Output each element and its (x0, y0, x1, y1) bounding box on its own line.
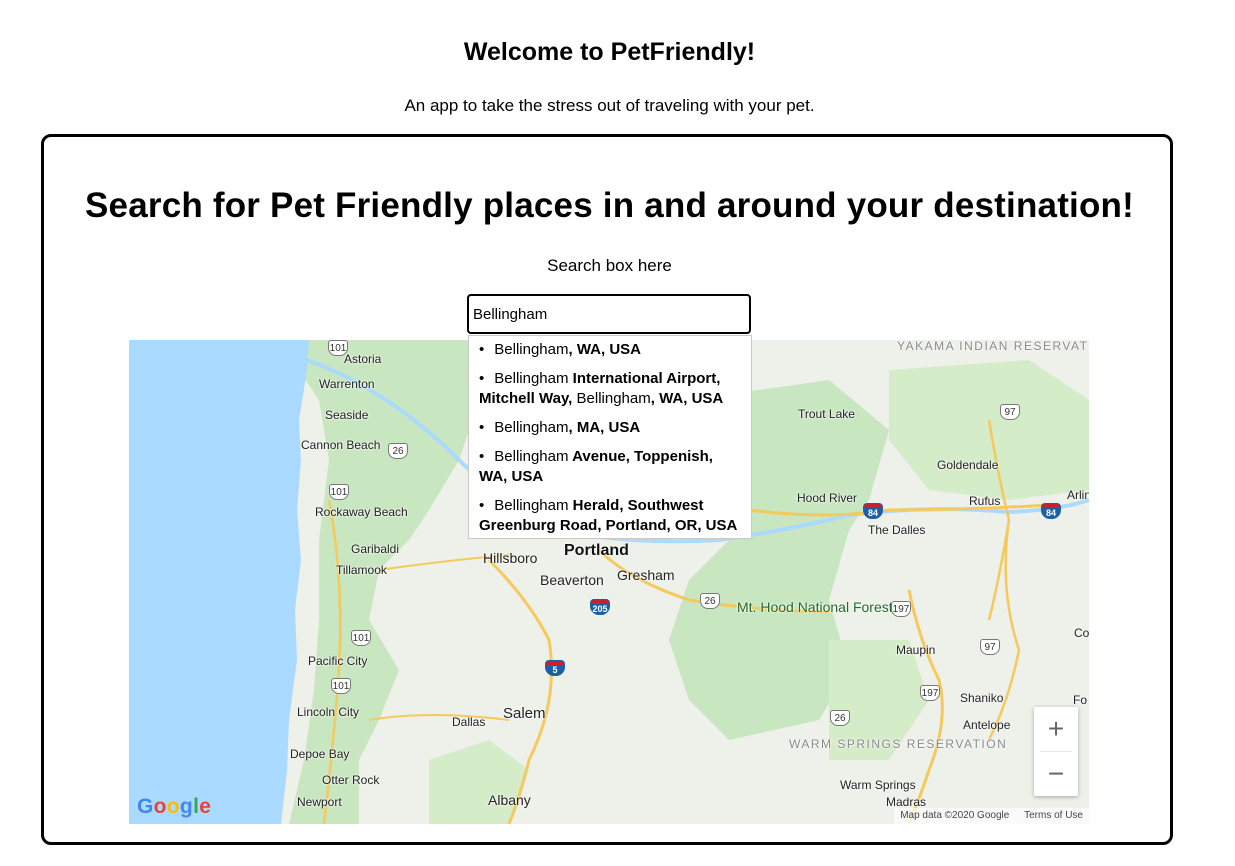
map-label-warrenton: Warrenton (319, 377, 375, 391)
map-label-gresham: Gresham (617, 567, 675, 583)
map-label-madras: Madras (886, 795, 927, 809)
bullet-icon: • (479, 370, 485, 387)
interstate-shield: 205 (590, 599, 610, 615)
bullet-icon: • (479, 448, 485, 465)
map-label-newport: Newport (297, 795, 342, 809)
search-caption: Search box here (547, 256, 672, 275)
bullet-icon: • (479, 341, 485, 358)
zoom-in-button[interactable]: + (1034, 707, 1078, 751)
map-label-seaside: Seaside (325, 408, 369, 422)
map-label-salem: Salem (503, 705, 546, 722)
suggestion-item[interactable]: • Bellingham, MA, USA (469, 414, 751, 443)
route-shield: 101 (331, 678, 351, 694)
google-logo[interactable]: Google (137, 795, 211, 819)
bullet-icon: • (479, 419, 485, 436)
interstate-shield: 84 (863, 503, 883, 519)
route-shield: 26 (388, 443, 408, 459)
map-label-garibaldi: Garibaldi (351, 542, 400, 556)
map-label-co: Co (1074, 626, 1089, 640)
suggestion-item[interactable]: • Bellingham Herald, Southwest Greenburg … (469, 492, 751, 541)
map-label-rufus: Rufus (969, 494, 1001, 508)
route-shield: 97 (1000, 404, 1020, 420)
terms-of-use-link[interactable]: Terms of Use (1024, 810, 1083, 821)
search-input[interactable] (467, 294, 751, 334)
map-label-trout-lake: Trout Lake (798, 407, 855, 421)
map-attribution: Map data ©2020 Google Terms of Use (894, 808, 1089, 824)
route-shield: 101 (328, 340, 348, 356)
zoom-out-button[interactable]: − (1034, 752, 1078, 796)
map-label-pacific-city: Pacific City (308, 654, 368, 668)
route-shield: 101 (351, 630, 371, 646)
search-heading: Search for Pet Friendly places in and ar… (85, 186, 1134, 225)
map-label-albany: Albany (488, 792, 531, 808)
map-label-otter-rock: Otter Rock (322, 773, 380, 787)
map-label-portland: Portland (564, 542, 629, 559)
map-label-fo: Fo (1073, 693, 1088, 707)
app-title: Welcome to PetFriendly! (463, 38, 756, 66)
suggestion-item[interactable]: • Bellingham International Airport, Mitch… (469, 365, 751, 414)
bullet-icon: • (479, 497, 485, 514)
map-label-rockaway-beach: Rockaway Beach (315, 505, 408, 519)
map-label-hood-river: Hood River (797, 491, 858, 505)
map-label-hillsboro: Hillsboro (483, 550, 538, 566)
zoom-control: + − (1034, 707, 1078, 796)
app-tagline: An app to take the stress out of traveli… (404, 96, 815, 115)
map-label-tillamook: Tillamook (336, 563, 387, 577)
map-label-astoria: Astoria (344, 352, 382, 366)
map-label-dallas: Dallas (452, 715, 486, 729)
interstate-shield: 84 (1041, 503, 1061, 519)
route-shield: 97 (980, 639, 1000, 655)
map-label-lincoln-city: Lincoln City (297, 705, 360, 719)
route-shield: 197 (891, 601, 911, 617)
map-label-shaniko: Shaniko (960, 691, 1004, 705)
map-data-credit: Map data ©2020 Google (900, 810, 1010, 821)
route-shield: 101 (329, 484, 349, 500)
suggestion-item[interactable]: • Bellingham, WA, USA (469, 336, 751, 365)
map-label-cannon-beach: Cannon Beach (301, 438, 381, 452)
route-shield: 26 (700, 593, 720, 609)
map-label-warm-springs: Warm Springs (840, 778, 916, 792)
route-shield: 197 (920, 685, 940, 701)
route-shield: 26 (830, 710, 850, 726)
suggestion-item[interactable]: • Bellingham Avenue, Toppenish, WA, USA (469, 443, 751, 492)
map-label-beaverton: Beaverton (540, 572, 604, 588)
map-label-mt-hood: Mt. Hood National Forest (737, 599, 893, 615)
map-label-goldendale: Goldendale (937, 458, 999, 472)
map-label-antelope: Antelope (963, 718, 1011, 732)
map-label-warm-springs-reservation: WARM SPRINGS RESERVATION (789, 737, 1008, 751)
map-label-maupin: Maupin (896, 643, 936, 657)
interstate-shield: 5 (545, 660, 565, 676)
map-label-the-dalles: The Dalles (868, 523, 926, 537)
autocomplete-list: • Bellingham, WA, USA • Bellingham Interna… (468, 335, 752, 539)
map-label-yakama: YAKAMA INDIAN RESERVATION (897, 340, 1089, 353)
map-label-arlington: Arlin (1067, 488, 1089, 502)
map-label-depoe-bay: Depoe Bay (290, 747, 350, 761)
